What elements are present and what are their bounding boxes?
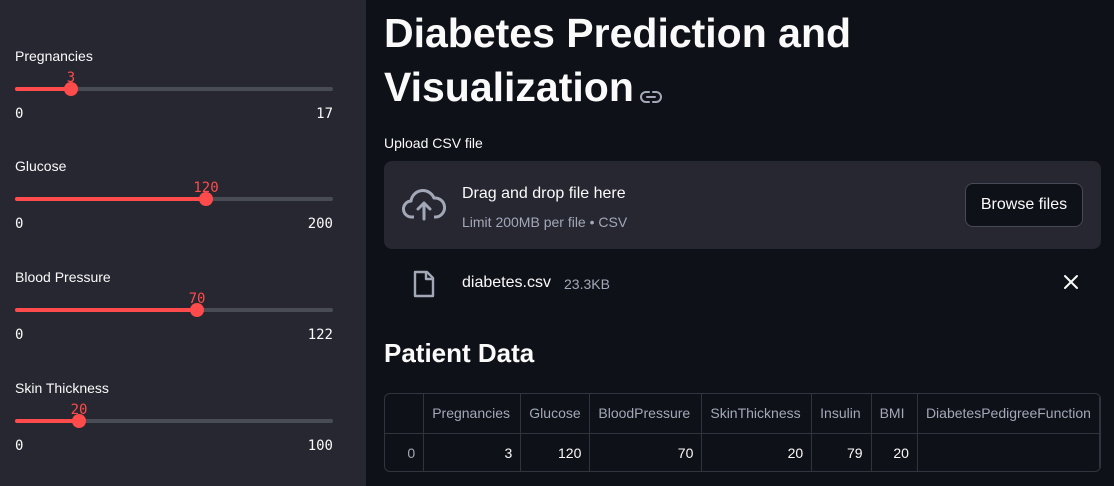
- slider-thumb[interactable]: [64, 82, 78, 96]
- close-icon[interactable]: [1063, 274, 1079, 295]
- table-cell[interactable]: 120: [520, 433, 591, 471]
- cloud-upload-icon: [402, 189, 446, 226]
- column-header[interactable]: Glucose: [520, 394, 591, 434]
- column-header[interactable]: BloodPressure: [589, 394, 703, 434]
- slider-glucose: Glucose 120 0 200: [15, 158, 333, 268]
- slider-skin-thickness: Skin Thickness 20 0 100: [15, 380, 333, 486]
- slider-label: Glucose: [15, 158, 67, 174]
- table-cell[interactable]: 70: [589, 433, 703, 471]
- slider-blood-pressure: Blood Pressure 70 0 122: [15, 269, 333, 379]
- slider-fill: [15, 87, 71, 91]
- column-header[interactable]: BMI: [871, 394, 918, 434]
- main-content: Diabetes Prediction and Visualization Up…: [384, 0, 1104, 486]
- file-size: 23.3KB: [564, 276, 610, 292]
- slider-min: 0: [15, 327, 24, 343]
- file-dropzone[interactable]: Drag and drop file here Limit 200MB per …: [384, 161, 1101, 249]
- column-header[interactable]: DiabetesPedigreeFunction: [917, 394, 1100, 434]
- drop-limit-text: Limit 200MB per file • CSV: [462, 214, 628, 230]
- table-cell[interactable]: 79: [811, 433, 872, 471]
- section-title: Patient Data: [384, 338, 535, 368]
- table-cell-index[interactable]: 0: [385, 433, 425, 471]
- table-header-row: Pregnancies Glucose BloodPressure SkinTh…: [385, 394, 1100, 434]
- slider-track[interactable]: [15, 308, 333, 312]
- slider-track[interactable]: [15, 419, 333, 423]
- page-title-text: Diabetes Prediction and Visualization: [384, 10, 852, 110]
- link-icon[interactable]: [639, 63, 662, 117]
- slider-track[interactable]: [15, 87, 333, 91]
- slider-thumb[interactable]: [72, 414, 86, 428]
- table-cell[interactable]: 20: [871, 433, 918, 471]
- slider-min: 0: [15, 216, 24, 232]
- slider-thumb[interactable]: [199, 192, 213, 206]
- slider-fill: [15, 308, 197, 312]
- slider-track[interactable]: [15, 197, 333, 201]
- table-row: 0 3 120 70 20 79 20: [385, 433, 1100, 471]
- drop-title: Drag and drop file here: [462, 185, 626, 202]
- slider-fill: [15, 419, 79, 423]
- file-icon: [412, 270, 436, 303]
- table-cell[interactable]: 3: [423, 433, 522, 471]
- slider-label: Skin Thickness: [15, 380, 109, 396]
- sidebar: Pregnancies 3 0 17 Glucose 120 0 200 Blo…: [0, 0, 366, 486]
- table-cell[interactable]: [917, 433, 1100, 471]
- browse-files-button[interactable]: Browse files: [965, 183, 1083, 227]
- column-header[interactable]: SkinThickness: [701, 394, 813, 434]
- slider-label: Blood Pressure: [15, 269, 111, 285]
- upload-label: Upload CSV file: [384, 135, 483, 151]
- table-cell[interactable]: 20: [701, 433, 813, 471]
- slider-thumb[interactable]: [190, 303, 204, 317]
- uploaded-file-row: diabetes.csv 23.3KB: [384, 262, 1101, 306]
- slider-max: 100: [307, 438, 333, 454]
- slider-max: 17: [316, 106, 333, 122]
- column-header[interactable]: Insulin: [811, 394, 872, 434]
- slider-pregnancies: Pregnancies 3 0 17: [15, 48, 333, 158]
- page-title: Diabetes Prediction and Visualization: [384, 6, 944, 117]
- slider-fill: [15, 197, 206, 201]
- slider-max: 122: [307, 327, 333, 343]
- slider-min: 0: [15, 106, 24, 122]
- slider-min: 0: [15, 438, 24, 454]
- column-header[interactable]: Pregnancies: [423, 394, 522, 434]
- slider-max: 200: [307, 216, 333, 232]
- column-header-index[interactable]: [385, 394, 425, 434]
- data-table[interactable]: Pregnancies Glucose BloodPressure SkinTh…: [384, 393, 1101, 472]
- slider-label: Pregnancies: [15, 48, 93, 64]
- file-name: diabetes.csv: [462, 274, 551, 291]
